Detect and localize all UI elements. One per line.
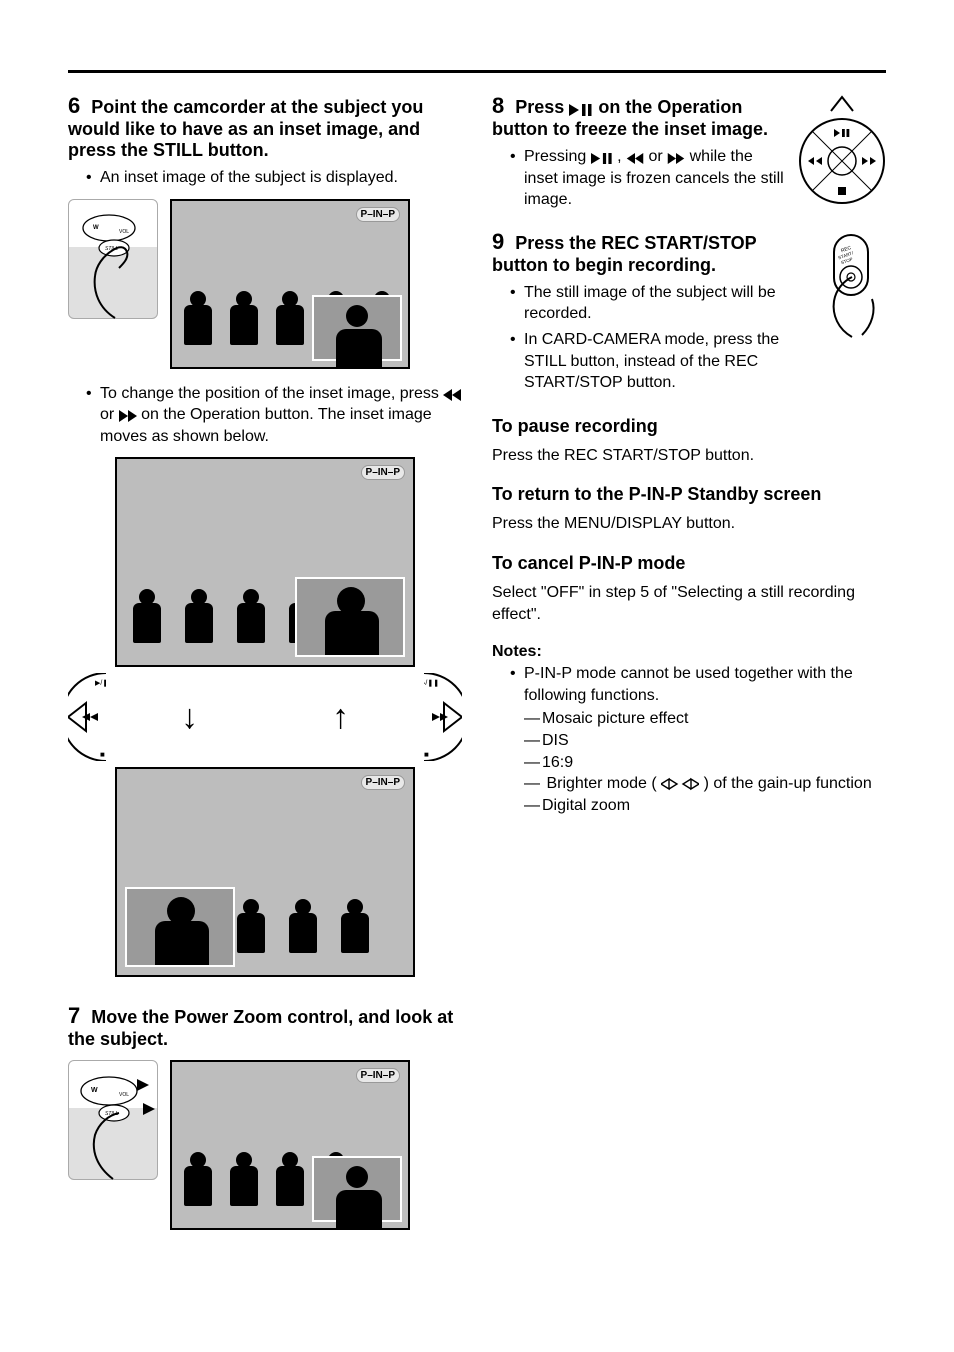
svg-text:▶/❚❚: ▶/❚❚ [95, 679, 106, 687]
pip-badge: P–IN–P [356, 207, 400, 222]
step-9-bullet-2: In CARD-CAMERA mode, press the STILL but… [510, 329, 802, 394]
notes-lead: P-IN-P mode cannot be used together with… [510, 663, 886, 816]
ff-icon-2 [667, 153, 685, 164]
notes-item-2: 16:9 [524, 752, 886, 774]
step-7-number: 7 [68, 1003, 80, 1028]
play-pause-icon-2 [591, 153, 613, 164]
return-heading: To return to the P-IN-P Standby screen [492, 484, 886, 505]
brighter-mode-icon [661, 777, 699, 791]
right-column: 8 Press on the Operation button to freez… [492, 93, 886, 1244]
notes-item-1: DIS [524, 730, 886, 752]
notes-heading: Notes: [492, 643, 886, 661]
step-6-bullet-1: An inset image of the subject is display… [86, 167, 462, 189]
inset-position-diagram: P–IN–P [68, 457, 462, 977]
pip-badge-2: P–IN–P [361, 465, 405, 480]
notes-list: P-IN-P mode cannot be used together with… [492, 663, 886, 816]
svg-text:■: ■ [100, 750, 105, 759]
two-column-layout: 6 Point the camcorder at the subject you… [68, 93, 886, 1244]
step-7-heading: 7 Move the Power Zoom control, and look … [68, 1003, 462, 1050]
dpad-up-illustration [798, 93, 886, 205]
step-7-title: Move the Power Zoom control, and look at… [68, 1007, 453, 1049]
step-8-block: 8 Press on the Operation button to freez… [492, 93, 886, 215]
step-9-title: Press the REC START/STOP button to begin… [492, 233, 756, 275]
svg-text:W: W [93, 225, 99, 231]
zoom-control-illustration: W VOL STILL [68, 1060, 158, 1180]
svg-text:■: ■ [424, 750, 429, 759]
step-9-block: 9 Press the REC START/STOP button to beg… [492, 229, 886, 398]
cancel-text: Select "OFF" in step 5 of "Selecting a s… [492, 582, 886, 625]
left-column: 6 Point the camcorder at the subject you… [68, 93, 462, 1244]
step-7-screen: P–IN–P [170, 1060, 410, 1230]
step-9-bullets: The still image of the subject will be r… [492, 282, 802, 394]
step-8-title: Press on the Operation button to freeze … [492, 97, 768, 139]
notes-item-4: Digital zoom [524, 795, 886, 817]
step-6-screen-1: P–IN–P [170, 199, 410, 369]
cancel-heading: To cancel P-IN-P mode [492, 553, 886, 574]
still-button-illustration: W VOL STILL [68, 199, 158, 319]
return-text: Press the MENU/DISPLAY button. [492, 513, 886, 535]
rew-icon-2 [626, 153, 644, 164]
step-6-bullets: An inset image of the subject is display… [68, 167, 462, 189]
notes-item-0: Mosaic picture effect [524, 708, 886, 730]
step-7-figure-row: W VOL STILL P–IN–P [68, 1060, 462, 1230]
step-6-bullets-2: To change the position of the inset imag… [68, 383, 462, 448]
pause-text: Press the REC START/STOP button. [492, 445, 886, 467]
pip-badge-3: P–IN–P [361, 775, 405, 790]
step-8-heading: 8 Press on the Operation button to freez… [492, 93, 784, 140]
step-9-number: 9 [492, 229, 504, 254]
notes-item-3: Brighter mode ( ) of the gain-up functio… [524, 773, 886, 795]
play-pause-icon [569, 104, 593, 116]
step-6-heading: 6 Point the camcorder at the subject you… [68, 93, 462, 161]
pip-badge-4: P–IN–P [356, 1068, 400, 1083]
dpad-right-icon: ▶/❚❚ ■ [424, 673, 462, 761]
step-9-heading: 9 Press the REC START/STOP button to beg… [492, 229, 802, 276]
inset-pos-bottom: P–IN–P [115, 767, 415, 977]
step-8-bullets: Pressing , or [492, 146, 784, 211]
ff-icon [119, 410, 137, 422]
step-6-title: Point the camcorder at the subject you w… [68, 97, 423, 160]
inset-pos-top: P–IN–P [115, 457, 415, 667]
svg-text:▶/❚❚: ▶/❚❚ [424, 679, 439, 687]
rew-icon [443, 389, 461, 401]
notes-sublist: Mosaic picture effect DIS 16:9 Brighter … [524, 708, 886, 816]
step-9-bullet-1: The still image of the subject will be r… [510, 282, 802, 325]
dpad-left-icon: ▶/❚❚ ■ [68, 673, 106, 761]
step-6-figure-row: W VOL STILL P–IN–P [68, 199, 462, 369]
svg-text:VOL: VOL [119, 1092, 129, 1098]
rec-start-stop-illustration: REC START/ STOP [816, 229, 886, 339]
top-rule [68, 70, 886, 73]
step-6-number: 6 [68, 93, 80, 118]
arrow-down-icon: ↓ [181, 700, 198, 734]
svg-text:W: W [91, 1087, 98, 1094]
pause-heading: To pause recording [492, 416, 886, 437]
arrow-up-icon: ↑ [332, 700, 349, 734]
step-8-bullet-1: Pressing , or [510, 146, 784, 211]
svg-text:VOL: VOL [119, 229, 129, 235]
step-8-number: 8 [492, 93, 504, 118]
step-6-bullet-2: To change the position of the inset imag… [86, 383, 462, 448]
